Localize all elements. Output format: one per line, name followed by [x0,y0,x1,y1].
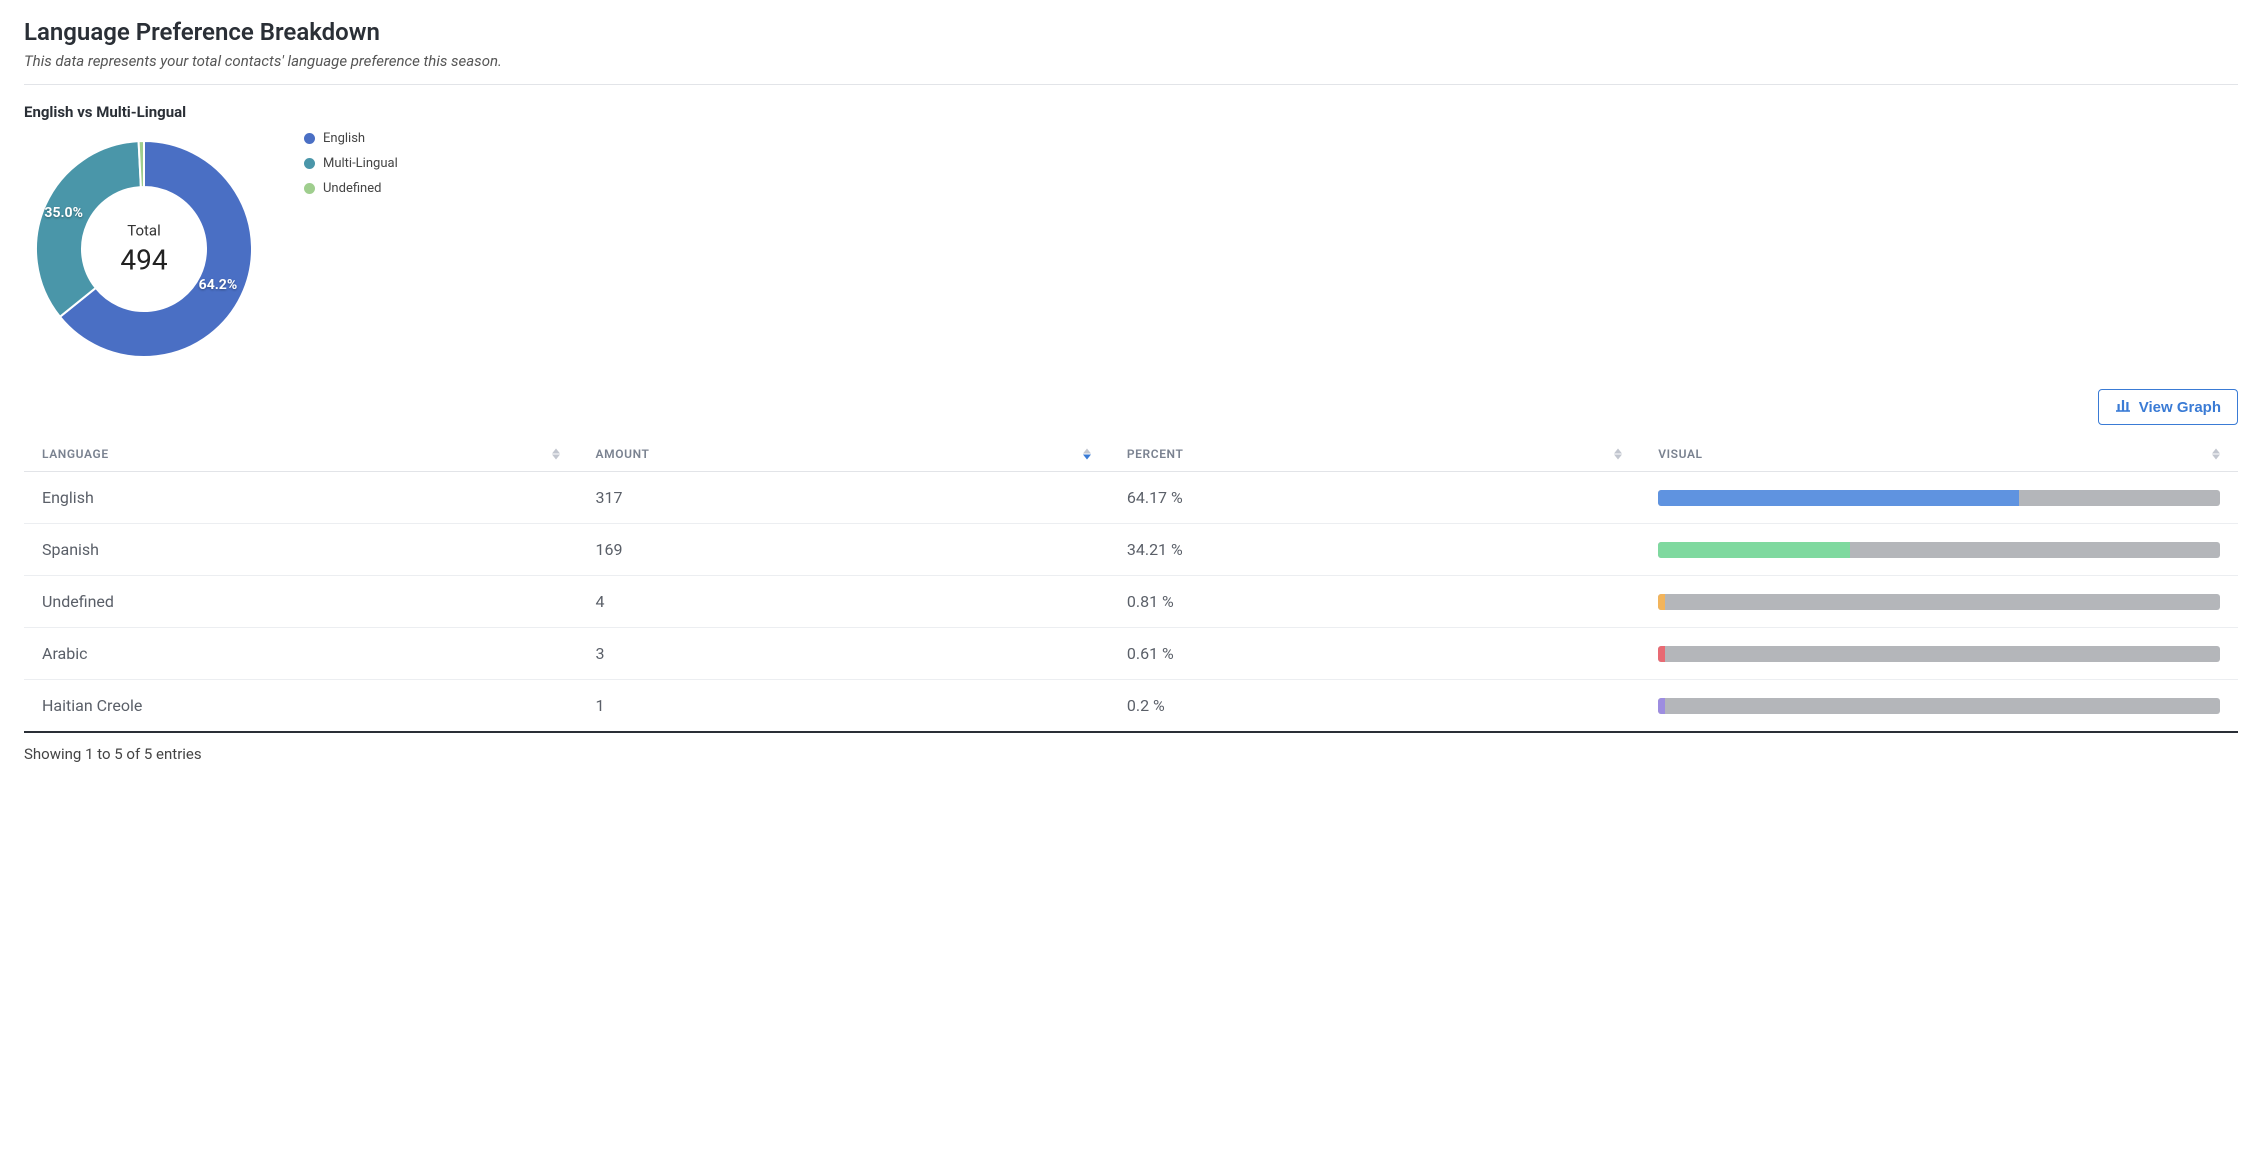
cell-visual [1640,524,2238,576]
chart-title: English vs Multi-Lingual [24,103,264,121]
visual-bar-track [1658,646,2220,662]
chart-section: English vs Multi-Lingual Total 494 64.2%… [24,103,2238,369]
donut-center-value: 494 [120,244,167,277]
cell-percent: 34.21 % [1109,524,1640,576]
table-footer: Showing 1 to 5 of 5 entries [24,733,2238,763]
column-label: VISUAL [1658,447,1702,461]
table-row: English31764.17 % [24,472,2238,524]
donut-center: Total 494 [120,222,167,277]
cell-percent: 0.81 % [1109,576,1640,628]
page-header: Language Preference Breakdown This data … [24,18,2238,70]
legend-label: Multi-Lingual [323,156,398,171]
cell-percent: 0.2 % [1109,680,1640,733]
legend-item[interactable]: English [304,131,398,146]
visual-bar-fill [1658,698,1665,714]
bar-chart-icon [2115,398,2131,416]
view-graph-label: View Graph [2139,399,2221,416]
view-graph-row: View Graph [24,389,2238,425]
table-row: Arabic30.61 % [24,628,2238,680]
visual-bar-fill [1658,594,1665,610]
legend-label: Undefined [323,181,381,196]
visual-bar-track [1658,542,2220,558]
legend-item[interactable]: Multi-Lingual [304,156,398,171]
column-header-language[interactable]: LANGUAGE [24,437,578,472]
visual-bar-track [1658,490,2220,506]
cell-percent: 64.17 % [1109,472,1640,524]
table-row: Spanish16934.21 % [24,524,2238,576]
cell-language: Undefined [24,576,578,628]
donut-chart-container: English vs Multi-Lingual Total 494 64.2%… [24,103,264,369]
cell-amount: 1 [578,680,1109,733]
cell-visual [1640,628,2238,680]
cell-amount: 169 [578,524,1109,576]
chart-legend: English Multi-Lingual Undefined [304,103,398,206]
column-header-amount[interactable]: AMOUNT [578,437,1109,472]
visual-bar-fill [1658,490,2018,506]
legend-item[interactable]: Undefined [304,181,398,196]
table-row: Haitian Creole10.2 % [24,680,2238,733]
legend-swatch [304,158,315,169]
column-label: PERCENT [1127,447,1184,461]
column-header-percent[interactable]: PERCENT [1109,437,1640,472]
cell-visual [1640,680,2238,733]
legend-swatch [304,133,315,144]
column-label: AMOUNT [596,447,650,461]
visual-bar-track [1658,594,2220,610]
cell-visual [1640,576,2238,628]
page-title: Language Preference Breakdown [24,18,2238,46]
view-graph-button[interactable]: View Graph [2098,389,2238,425]
page-subtitle: This data represents your total contacts… [24,52,2238,70]
donut-slice-label: 64.2% [199,277,238,293]
donut-chart: Total 494 64.2% 35.0% [24,129,264,369]
legend-swatch [304,183,315,194]
donut-slice-label: 35.0% [44,205,83,221]
cell-amount: 317 [578,472,1109,524]
cell-percent: 0.61 % [1109,628,1640,680]
sort-icon [552,449,560,460]
table-header-row: LANGUAGE AMOUNT PERCENT VISUAL [24,437,2238,472]
language-table: LANGUAGE AMOUNT PERCENT VISUAL English31… [24,437,2238,733]
sort-icon [1614,449,1622,460]
column-label: LANGUAGE [42,447,109,461]
donut-center-label: Total [120,222,167,240]
table-row: Undefined40.81 % [24,576,2238,628]
column-header-visual[interactable]: VISUAL [1640,437,2238,472]
cell-language: Arabic [24,628,578,680]
cell-language: English [24,472,578,524]
sort-icon [2212,449,2220,460]
cell-amount: 4 [578,576,1109,628]
sort-icon [1083,449,1091,460]
visual-bar-track [1658,698,2220,714]
cell-amount: 3 [578,628,1109,680]
cell-language: Spanish [24,524,578,576]
divider [24,84,2238,85]
visual-bar-fill [1658,542,1850,558]
cell-visual [1640,472,2238,524]
cell-language: Haitian Creole [24,680,578,733]
visual-bar-fill [1658,646,1665,662]
legend-label: English [323,131,365,146]
